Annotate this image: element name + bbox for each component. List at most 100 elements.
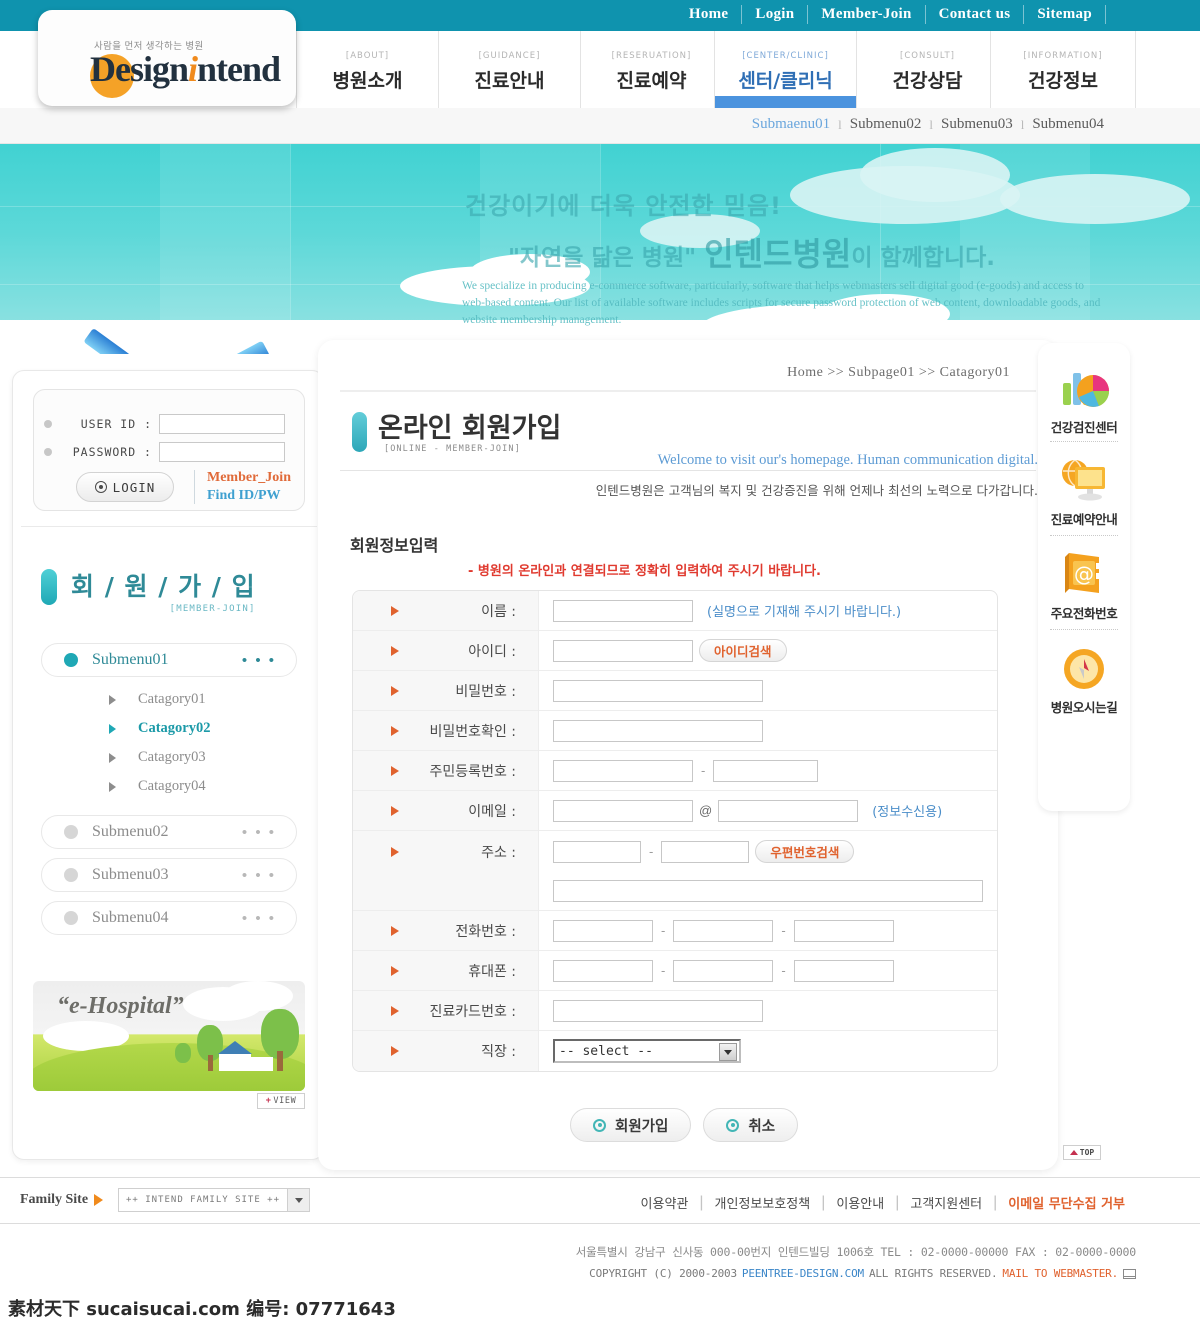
footer-link-no-email-collect[interactable]: 이메일 무단수집 거부 bbox=[997, 1193, 1136, 1212]
sidebar-dots-icon: • • • bbox=[241, 823, 276, 841]
ehospital-view-button[interactable]: + VIEW bbox=[257, 1093, 305, 1109]
email-local-input[interactable] bbox=[553, 799, 693, 822]
chevron-down-icon[interactable] bbox=[287, 1189, 309, 1211]
ehospital-title: “e-Hospital” bbox=[57, 993, 184, 1019]
quick-item-health-checkup[interactable]: 건강검진센터 bbox=[1038, 361, 1130, 436]
sidebar-item-catagory03[interactable]: Catagory03 bbox=[109, 749, 206, 766]
submenu-item-01[interactable]: Submaenu01 bbox=[744, 116, 838, 133]
form-label-workplace: 직장 : bbox=[481, 1044, 516, 1060]
nav-item-reservation[interactable]: [RESERUATION] 진료예약 bbox=[580, 31, 722, 108]
sidebar-dots-icon: • • • bbox=[241, 909, 276, 927]
chevron-down-icon[interactable] bbox=[719, 1043, 737, 1061]
address-detail-input[interactable] bbox=[553, 879, 983, 902]
phone-part3-input[interactable] bbox=[793, 919, 894, 942]
form-value-cell: - - bbox=[539, 911, 997, 950]
member-join-link[interactable]: Member_Join bbox=[207, 470, 291, 486]
mobile-part1-input[interactable] bbox=[553, 959, 653, 982]
welcome-message-en: Welcome to visit our's homepage. Human c… bbox=[657, 452, 1038, 468]
sidebar-item-submenu04[interactable]: Submenu04 • • • bbox=[41, 901, 297, 935]
workplace-select[interactable]: -- select -- bbox=[553, 1039, 741, 1063]
sidebar-item-catagory02[interactable]: Catagory02 bbox=[109, 720, 211, 737]
mail-icon[interactable] bbox=[1123, 1268, 1136, 1279]
sidebar-item-submenu02[interactable]: Submenu02 • • • bbox=[41, 815, 297, 849]
cancel-button[interactable]: 취소 bbox=[703, 1108, 799, 1142]
utility-nav-login[interactable]: Login bbox=[742, 5, 809, 24]
utility-nav-contact-us[interactable]: Contact us bbox=[926, 5, 1025, 24]
form-label-mobile: 휴대폰 : bbox=[468, 963, 516, 980]
nav-item-guidance[interactable]: [GUIDANCE] 진료안내 bbox=[438, 31, 580, 108]
quick-item-phone-numbers[interactable]: @ 주요전화번호 bbox=[1038, 547, 1130, 622]
logo-word-esign: esign bbox=[115, 49, 189, 89]
phone-part1-input[interactable] bbox=[553, 919, 653, 942]
logo-wordmark: Designintend bbox=[90, 48, 281, 90]
utility-nav-sitemap[interactable]: Sitemap bbox=[1024, 5, 1106, 24]
userid-check-button[interactable]: 아이디검색 bbox=[699, 639, 787, 662]
sidebar-item-submenu03[interactable]: Submenu03 • • • bbox=[41, 858, 297, 892]
password-confirm-input[interactable] bbox=[553, 719, 763, 742]
submenu-item-02[interactable]: Submenu02 bbox=[842, 116, 930, 133]
quick-divider bbox=[1050, 535, 1118, 536]
bullet-arrow-icon bbox=[391, 645, 399, 656]
sidebar-item-submenu01[interactable]: Submenu01 • • • bbox=[41, 643, 297, 677]
mobile-part2-input[interactable] bbox=[673, 959, 774, 982]
zipcode-second-input[interactable] bbox=[661, 840, 750, 863]
footer-link-privacy[interactable]: 개인정보보호정책 bbox=[704, 1193, 822, 1212]
userid-label: USER ID : bbox=[80, 417, 152, 431]
footer-link-support[interactable]: 고객지원센터 bbox=[899, 1193, 993, 1212]
submenu-item-04[interactable]: Submenu04 bbox=[1024, 116, 1112, 133]
sidebar-item-submenu04-label: Submenu04 bbox=[92, 909, 169, 926]
mobile-part3-input[interactable] bbox=[793, 959, 894, 982]
sidebar-item-catagory04[interactable]: Catagory04 bbox=[109, 778, 206, 795]
submit-button[interactable]: 회원가입 bbox=[570, 1108, 692, 1142]
login-button[interactable]: LOGIN bbox=[76, 472, 174, 502]
utility-nav-home[interactable]: Home bbox=[676, 5, 743, 24]
submenu-item-03[interactable]: Submenu03 bbox=[933, 116, 1021, 133]
ehospital-banner[interactable]: “e-Hospital” bbox=[33, 981, 305, 1091]
scroll-to-top-button[interactable]: TOP bbox=[1063, 1145, 1101, 1160]
nav-item-center-clinic[interactable]: [CENTER/CLINIC] 센터/클리닉 bbox=[714, 31, 856, 108]
quick-item-reservation-guide[interactable]: 진료예약안내 bbox=[1038, 453, 1130, 528]
form-label-cell: 비밀번호확인 : bbox=[353, 711, 539, 750]
bullet-arrow-icon bbox=[391, 805, 399, 816]
quick-item-directions[interactable]: 병원오시는길 bbox=[1038, 641, 1130, 716]
zipcode-search-button[interactable]: 우편번호검색 bbox=[755, 840, 855, 863]
submenu-bar: Submaenu01 l Submenu02 l Submenu03 l Sub… bbox=[0, 108, 1200, 144]
userid-input-form[interactable] bbox=[553, 639, 693, 662]
zipcode-first-input[interactable] bbox=[553, 840, 641, 863]
userid-input[interactable] bbox=[159, 414, 285, 434]
phone-separator: - bbox=[661, 923, 666, 938]
copyright-site-link[interactable]: PEENTREE-DESIGN.COM bbox=[742, 1267, 864, 1280]
form-value-cell: - - bbox=[539, 951, 997, 990]
find-id-pw-link[interactable]: Find ID/PW bbox=[207, 488, 291, 504]
password-input-form[interactable] bbox=[553, 679, 763, 702]
sidebar-item-catagory03-label: Catagory03 bbox=[138, 749, 206, 765]
ssn-second-input[interactable] bbox=[713, 759, 819, 782]
password-input[interactable] bbox=[159, 442, 285, 462]
cancel-dot-icon bbox=[726, 1118, 740, 1132]
ssn-first-input[interactable] bbox=[553, 759, 693, 782]
sidebar-dots-icon: • • • bbox=[241, 866, 276, 884]
nav-item-consult[interactable]: [CONSULT] 건강상담 bbox=[856, 31, 998, 108]
form-label-cell: 비밀번호 : bbox=[353, 671, 539, 710]
nav-item-about[interactable]: [ABOUT] 병원소개 bbox=[296, 31, 438, 108]
form-section-title: 회원정보입력 bbox=[350, 536, 439, 555]
cancel-button-label: 취소 bbox=[748, 1118, 776, 1135]
card-number-input[interactable] bbox=[553, 999, 763, 1022]
utility-nav-member-join[interactable]: Member-Join bbox=[808, 5, 926, 24]
phone-part2-input[interactable] bbox=[673, 919, 774, 942]
footer-link-guide[interactable]: 이용안내 bbox=[825, 1193, 895, 1212]
footer-link-terms[interactable]: 이용약관 bbox=[630, 1193, 700, 1212]
email-domain-input[interactable] bbox=[718, 799, 859, 822]
sidebar-item-catagory01[interactable]: Catagory01 bbox=[109, 691, 206, 708]
form-row-workplace: 직장 : -- select -- bbox=[353, 1031, 997, 1071]
nav-item-information[interactable]: [INFORMATION] 건강정보 bbox=[990, 31, 1135, 108]
form-label-cell: 주민등록번호 : bbox=[353, 751, 539, 790]
logo[interactable]: 사람을 먼저 생각하는 병원 Designintend bbox=[38, 10, 296, 106]
nav-item-information-ko: 건강정보 bbox=[1028, 70, 1098, 92]
form-label-phone: 전화번호 : bbox=[455, 923, 516, 940]
breadcrumb: Home >> Subpage01 >> Catagory01 bbox=[787, 365, 1010, 380]
name-input[interactable] bbox=[553, 599, 693, 622]
form-label-cell: 아이디 : bbox=[353, 631, 539, 670]
family-site-select[interactable]: ++ INTEND FAMILY SITE ++ bbox=[118, 1188, 310, 1212]
mail-to-webmaster-link[interactable]: MAIL TO WEBMASTER. bbox=[1002, 1267, 1118, 1280]
